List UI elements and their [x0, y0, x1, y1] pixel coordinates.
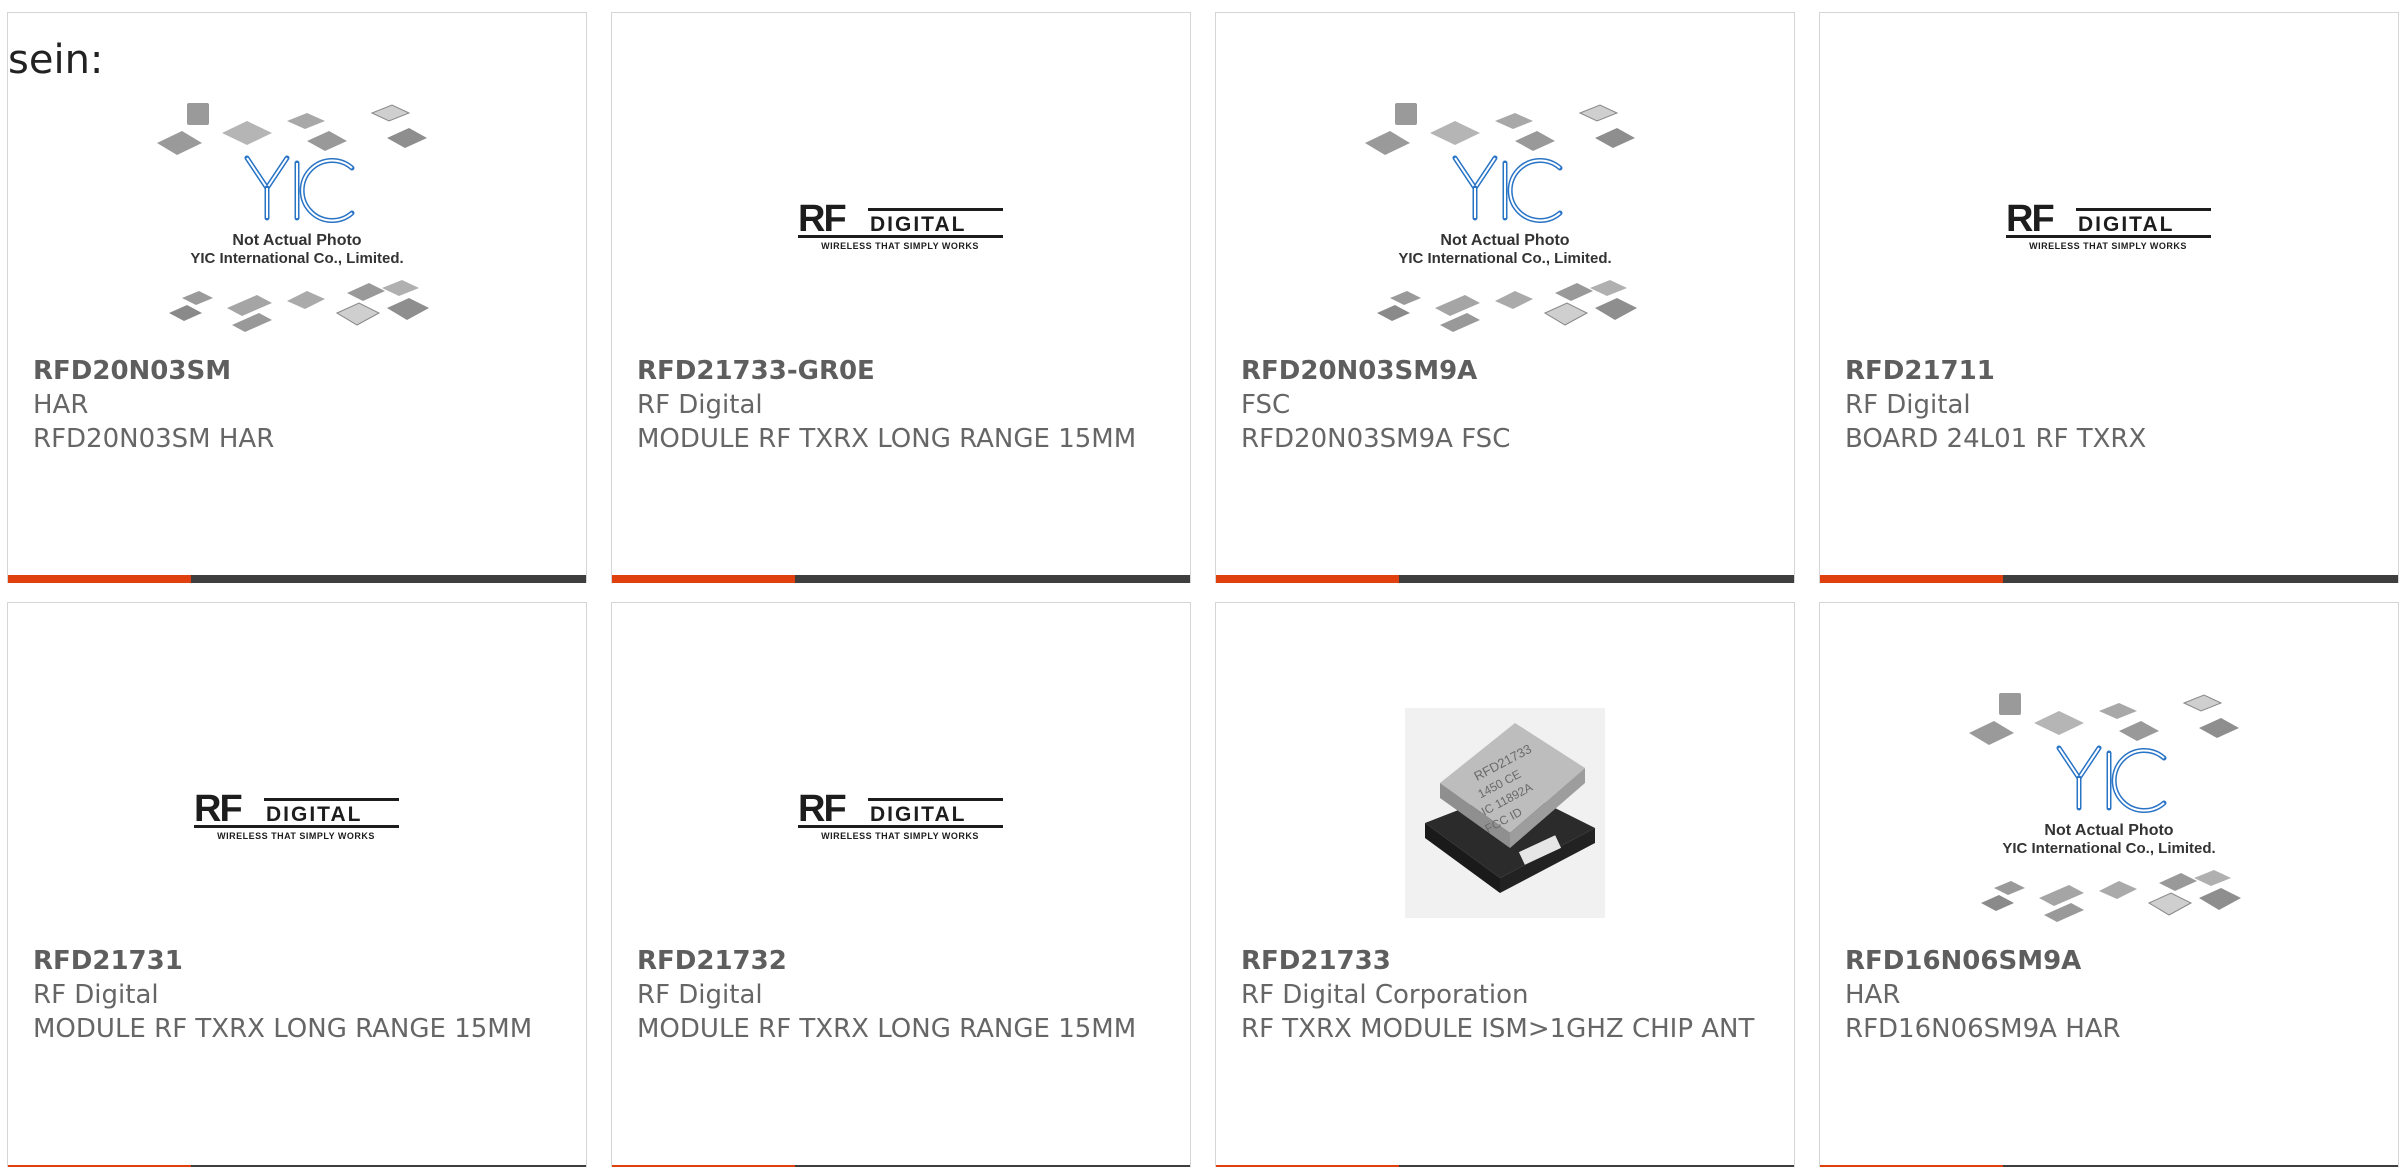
product-description: RFD16N06SM9A HAR	[1845, 1014, 2121, 1044]
product-grid: Not Actual Photo YIC International Co., …	[7, 12, 2399, 1167]
svg-text:Not Actual Photo: Not Actual Photo	[232, 232, 361, 249]
product-info: RFD21733-GR0E RF Digital MODULE RF TXRX …	[637, 354, 1157, 456]
svg-text:DIGITAL: DIGITAL	[870, 803, 966, 826]
product-description: RFD20N03SM9A FSC	[1241, 424, 1511, 454]
yic-placeholder-image: Not Actual Photo YIC International Co., …	[1969, 693, 2241, 922]
svg-text:Not Actual Photo: Not Actual Photo	[1440, 232, 1569, 249]
product-manufacturer: HAR	[33, 390, 89, 420]
product-part-number[interactable]: RFD21733-GR0E	[637, 354, 1157, 388]
svg-text:RF: RF	[194, 788, 241, 830]
yic-placeholder-image: Not Actual Photo YIC International Co., …	[157, 103, 429, 332]
product-info: RFD21732 RF Digital MODULE RF TXRX LONG …	[637, 944, 1157, 1046]
svg-text:YIC International Co., Limited: YIC International Co., Limited.	[190, 250, 403, 267]
card-accent-segment	[612, 575, 795, 583]
product-part-number[interactable]: RFD20N03SM	[33, 354, 553, 388]
product-image[interactable]: RF DIGITAL WIRELESS THAT SIMPLY WORKS	[612, 88, 1190, 358]
product-part-number[interactable]: RFD21733	[1241, 944, 1761, 978]
product-image[interactable]: RFD21733 1450 CE IC 11892A FCC ID	[1216, 678, 1794, 948]
product-description: MODULE RF TXRX LONG RANGE 15MM	[33, 1014, 533, 1044]
product-image[interactable]: Not Actual Photo YIC International Co., …	[1216, 88, 1794, 358]
product-manufacturer: RF Digital	[637, 390, 763, 420]
page-caption: sein:	[8, 37, 104, 83]
svg-text:WIRELESS THAT SIMPLY WORKS: WIRELESS THAT SIMPLY WORKS	[821, 831, 979, 841]
product-description: RF TXRX MODULE ISM>1GHZ CHIP ANT	[1241, 1014, 1755, 1044]
product-listing-page: sein: Not Actual Photo YIC International…	[0, 0, 2400, 1167]
product-card[interactable]: RF DIGITAL WIRELESS THAT SIMPLY WORKS RF…	[611, 12, 1191, 583]
card-accent-segment	[1216, 575, 1399, 583]
product-image[interactable]: RF DIGITAL WIRELESS THAT SIMPLY WORKS	[8, 678, 586, 948]
product-info: RFD21711 RF Digital BOARD 24L01 RF TXRX	[1845, 354, 2365, 456]
svg-text:RF: RF	[798, 198, 845, 240]
product-image[interactable]: RF DIGITAL WIRELESS THAT SIMPLY WORKS	[1820, 88, 2398, 358]
rf-digital-logo: RF DIGITAL WIRELESS THAT SIMPLY WORKS	[798, 198, 1003, 251]
product-card[interactable]: Not Actual Photo YIC International Co., …	[7, 12, 587, 583]
product-info: RFD20N03SM HAR RFD20N03SM HAR	[33, 354, 553, 456]
svg-text:YIC International Co., Limited: YIC International Co., Limited.	[2002, 840, 2215, 857]
product-manufacturer: RF Digital	[637, 980, 763, 1010]
product-card[interactable]: Not Actual Photo YIC International Co., …	[1819, 602, 2399, 1167]
card-accent-bar	[612, 575, 1190, 583]
card-accent-bar	[1216, 575, 1794, 583]
card-accent-segment	[1820, 575, 2003, 583]
svg-text:WIRELESS THAT SIMPLY WORKS: WIRELESS THAT SIMPLY WORKS	[2029, 241, 2187, 251]
rf-digital-logo: RF DIGITAL WIRELESS THAT SIMPLY WORKS	[194, 788, 399, 841]
product-manufacturer: FSC	[1241, 390, 1291, 420]
product-card[interactable]: RF DIGITAL WIRELESS THAT SIMPLY WORKS RF…	[611, 602, 1191, 1167]
card-accent-bar	[1820, 575, 2398, 583]
product-info: RFD21731 RF Digital MODULE RF TXRX LONG …	[33, 944, 553, 1046]
rf-module-photo: RFD21733 1450 CE IC 11892A FCC ID	[1405, 708, 1605, 918]
product-info: RFD21733 RF Digital Corporation RF TXRX …	[1241, 944, 1761, 1046]
product-description: MODULE RF TXRX LONG RANGE 15MM	[637, 1014, 1137, 1044]
product-card[interactable]: RFD21733 1450 CE IC 11892A FCC ID RFD217…	[1215, 602, 1795, 1167]
product-part-number[interactable]: RFD21711	[1845, 354, 2365, 388]
product-info: RFD16N06SM9A HAR RFD16N06SM9A HAR	[1845, 944, 2365, 1046]
svg-text:DIGITAL: DIGITAL	[870, 213, 966, 236]
svg-text:RF: RF	[798, 788, 845, 830]
svg-text:WIRELESS THAT SIMPLY WORKS: WIRELESS THAT SIMPLY WORKS	[217, 831, 375, 841]
product-image[interactable]: Not Actual Photo YIC International Co., …	[8, 88, 586, 358]
product-image[interactable]: Not Actual Photo YIC International Co., …	[1820, 678, 2398, 948]
product-part-number[interactable]: RFD20N03SM9A	[1241, 354, 1761, 388]
svg-text:RF: RF	[2006, 198, 2053, 240]
product-manufacturer: RF Digital	[1845, 390, 1971, 420]
svg-text:DIGITAL: DIGITAL	[266, 803, 362, 826]
yic-placeholder-image: Not Actual Photo YIC International Co., …	[1365, 103, 1637, 332]
product-description: BOARD 24L01 RF TXRX	[1845, 424, 2147, 454]
product-description: RFD20N03SM HAR	[33, 424, 275, 454]
svg-text:DIGITAL: DIGITAL	[2078, 213, 2174, 236]
svg-text:YIC International Co., Limited: YIC International Co., Limited.	[1398, 250, 1611, 267]
product-manufacturer: RF Digital Corporation	[1241, 980, 1529, 1010]
product-manufacturer: RF Digital	[33, 980, 159, 1010]
svg-text:WIRELESS THAT SIMPLY WORKS: WIRELESS THAT SIMPLY WORKS	[821, 241, 979, 251]
product-part-number[interactable]: RFD16N06SM9A	[1845, 944, 2365, 978]
svg-text:Not Actual Photo: Not Actual Photo	[2044, 822, 2173, 839]
product-info: RFD20N03SM9A FSC RFD20N03SM9A FSC	[1241, 354, 1761, 456]
product-part-number[interactable]: RFD21731	[33, 944, 553, 978]
product-card[interactable]: RF DIGITAL WIRELESS THAT SIMPLY WORKS RF…	[1819, 12, 2399, 583]
product-image[interactable]: RF DIGITAL WIRELESS THAT SIMPLY WORKS	[612, 678, 1190, 948]
rf-digital-logo: RF DIGITAL WIRELESS THAT SIMPLY WORKS	[798, 788, 1003, 841]
product-part-number[interactable]: RFD21732	[637, 944, 1157, 978]
product-card[interactable]: Not Actual Photo YIC International Co., …	[1215, 12, 1795, 583]
product-manufacturer: HAR	[1845, 980, 1901, 1010]
card-accent-bar	[8, 575, 586, 583]
product-card[interactable]: RF DIGITAL WIRELESS THAT SIMPLY WORKS RF…	[7, 602, 587, 1167]
product-description: MODULE RF TXRX LONG RANGE 15MM	[637, 424, 1137, 454]
card-accent-segment	[8, 575, 191, 583]
rf-digital-logo: RF DIGITAL WIRELESS THAT SIMPLY WORKS	[2006, 198, 2211, 251]
